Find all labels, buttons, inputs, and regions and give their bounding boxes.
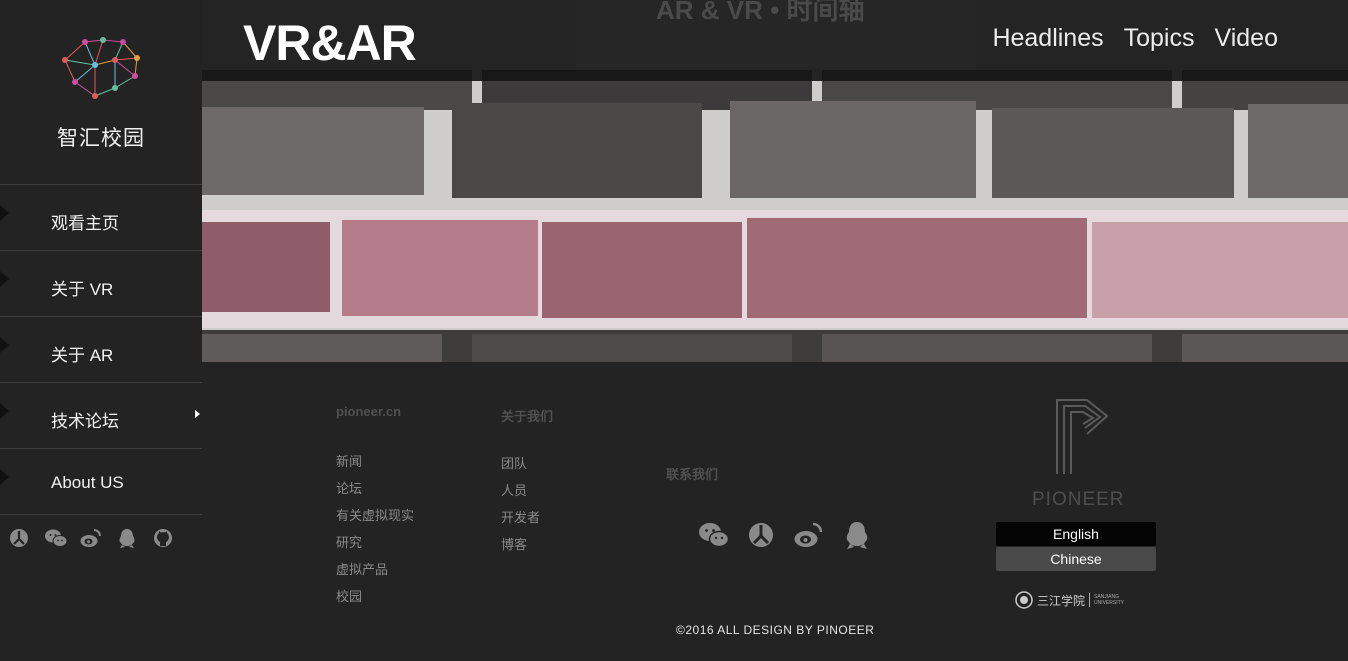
language-english-button[interactable]: English [996,522,1156,546]
footer-link[interactable]: 研究 [336,532,362,551]
footer-col-head: 关于我们 [501,409,554,424]
university-name: 三江学院 [1037,593,1086,608]
qq-icon[interactable] [842,520,872,550]
renren-icon[interactable] [746,520,776,550]
nav-video[interactable]: Video [1215,24,1279,53]
github-icon[interactable] [152,527,174,549]
pioneer-wordmark: PIONEER [1032,489,1125,510]
nav-arrow-icon [0,469,9,485]
footer-social-links [698,520,872,550]
top-nav: Headlines Topics Video [992,24,1278,53]
nav-arrow-icon [0,337,9,353]
sidebar-item-label: 技术论坛 [51,412,119,431]
sidebar-item-label: About US [51,473,124,492]
university-name-en-line2: UNIVERSITY [1094,600,1125,606]
university-name-en: SANJIANG UNIVERSITY [1094,594,1124,606]
sidebar-item-label: 观看主页 [51,214,119,233]
footer-link[interactable]: 博客 [501,534,527,553]
sidebar-item-home[interactable]: 观看主页 [0,184,202,250]
site-title[interactable]: VR&AR [243,14,417,72]
sidebar-item-label: 关于 AR [51,346,114,365]
timeline-title: AR & VR • 时间轴 [656,0,865,25]
wechat-icon[interactable] [698,520,730,550]
nav-arrow-icon [0,271,9,287]
nav-arrow-icon [0,403,9,419]
brand-name: 智汇校园 [57,127,145,150]
divider [1089,593,1091,607]
sidebar-nav: 观看主页 关于 VR 关于 AR 技术论坛 About US [0,184,202,515]
university-seal-icon [1015,591,1033,609]
footer-link[interactable]: 开发者 [501,507,540,526]
sidebar-item-forum[interactable]: 技术论坛 [0,382,202,448]
sidebar-item-about-vr[interactable]: 关于 VR [0,250,202,316]
footer-col-head: pioneer.cn [336,404,402,419]
sidebar: 智汇校园 观看主页 关于 VR 关于 AR 技术论坛 About US [0,0,202,661]
renren-icon[interactable] [8,527,30,549]
footer-link[interactable]: 论坛 [336,478,362,497]
copyright: ©2016 ALL DESIGN BY PINOEER [676,623,875,637]
submenu-caret-icon [195,410,200,418]
sidebar-social-links [8,527,194,551]
sidebar-item-about-ar[interactable]: 关于 AR [0,316,202,382]
footer-link[interactable]: 虚拟产品 [336,559,388,578]
university-logo: 三江学院 SANJIANG UNIVERSITY [1015,591,1124,609]
weibo-icon[interactable] [794,520,824,550]
wechat-icon[interactable] [44,527,68,549]
qq-icon[interactable] [116,527,138,549]
brain-network-logo[interactable] [55,30,147,110]
footer: pioneer.cn 新闻 论坛 有关虚拟现实 研究 虚拟产品 校园 关于我们 … [202,362,1348,661]
footer-link[interactable]: 人员 [501,480,527,499]
footer-link[interactable]: 校园 [336,586,362,605]
language-chinese-button[interactable]: Chinese [996,547,1156,571]
footer-link[interactable]: 团队 [501,453,527,472]
nav-topics[interactable]: Topics [1124,24,1195,53]
pioneer-logo-icon [1056,399,1109,474]
footer-col-head: 联系我们 [666,467,719,482]
nav-arrow-icon [0,205,9,221]
sidebar-item-about-us[interactable]: About US [0,448,202,515]
footer-link[interactable]: 有关虚拟现实 [336,505,414,524]
sidebar-item-label: 关于 VR [51,280,114,299]
footer-link[interactable]: 新闻 [336,451,362,470]
nav-headlines[interactable]: Headlines [992,24,1103,53]
weibo-icon[interactable] [80,527,102,549]
hero-banner: AR & VR • 时间轴 VR&AR Headlines Topics Vid… [202,0,1348,362]
